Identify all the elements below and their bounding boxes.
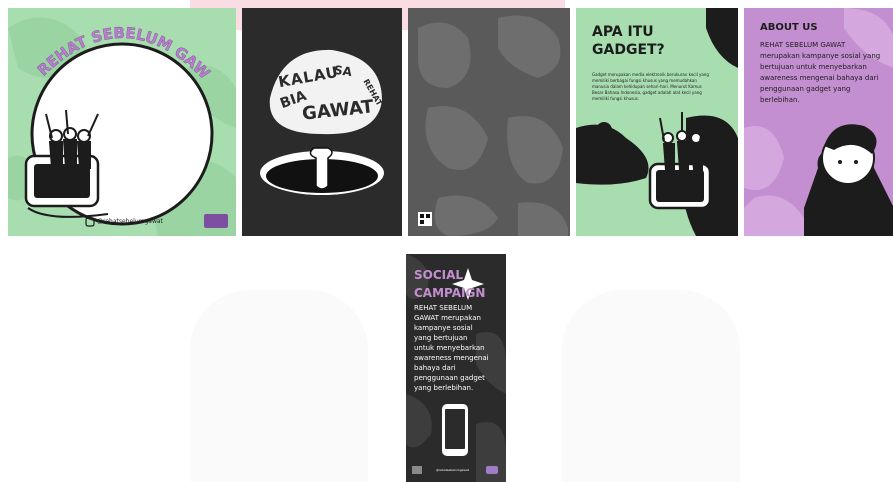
card-pattern[interactable] bbox=[408, 8, 570, 236]
card4-body: Gadget merupakan media elektronik beruku… bbox=[592, 72, 709, 101]
card6-body-line-3: kampanye sosial bbox=[414, 324, 473, 332]
card6-body-line-8: penggunaan gadget bbox=[414, 374, 485, 382]
card1-handle: @rehatsebelumgawat bbox=[97, 218, 163, 225]
card6-body-line-2: GAWAT merupakan bbox=[414, 314, 481, 322]
card6-body-line-4: yang bertujuan bbox=[414, 334, 468, 342]
card5-title: ABOUT US bbox=[760, 22, 818, 33]
card-apa-itu-gadget[interactable]: APA ITU GADGET? Gadget merupakan media e… bbox=[576, 8, 738, 236]
card-frame-template[interactable]: REHAT SEBELUM GAWAT @rehatsebelumgawat bbox=[8, 8, 236, 236]
card-about-us[interactable]: ABOUT US REHAT SEBELUM GAWAT merupakan k… bbox=[744, 8, 893, 236]
background-shape-left bbox=[190, 290, 368, 482]
card2-lettering-3: SA bbox=[333, 62, 353, 80]
background-shape-right bbox=[562, 290, 740, 482]
card6-title-line1: SOCIAL bbox=[414, 268, 464, 282]
card6-body-line-1: REHAT SEBELUM bbox=[414, 304, 473, 312]
card6-body-line-5: untuk menyebarkan bbox=[414, 344, 485, 352]
card5-body: REHAT SEBELUM GAWAT merupakan kampanye s… bbox=[760, 41, 881, 104]
card-social-campaign[interactable]: SOCIAL CAMPAIGN REHAT SEBELUM GAWAT meru… bbox=[406, 254, 506, 482]
card-kalau-gawat[interactable]: KALAU SA REHAT BIA GAWAT bbox=[242, 8, 402, 236]
card1-artwork: REHAT SEBELUM GAWAT bbox=[8, 8, 236, 236]
card6-footer-handle: @rehatsebelumgawat bbox=[436, 468, 469, 472]
card6-body-line-9: yang berlebihan. bbox=[414, 384, 474, 392]
card6-body-line-6: awareness mengenai bbox=[414, 354, 489, 362]
card6-title-line2: CAMPAIGN bbox=[414, 286, 486, 300]
card6-body-line-7: bahaya dari bbox=[414, 364, 456, 372]
card3-pattern-artwork bbox=[418, 15, 568, 236]
card4-title-line1: APA ITU bbox=[592, 24, 654, 40]
card4-title-line2: GADGET? bbox=[592, 42, 665, 58]
